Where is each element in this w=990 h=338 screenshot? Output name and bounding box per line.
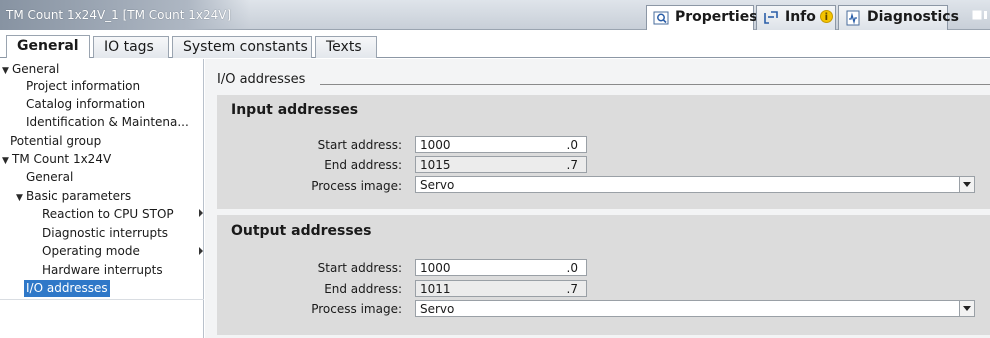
nav-item-label: General — [12, 62, 60, 76]
nav-item-label: Project information — [26, 79, 141, 93]
nav-divider — [0, 299, 204, 300]
input-addresses-group: Input addresses Start address: 1000 .0 E… — [217, 95, 990, 209]
inspector-title-bar: TM Count 1x24V_1 [TM Count 1x24V] Proper… — [0, 0, 990, 31]
output-process-image-value: Servo — [420, 302, 455, 316]
output-process-image-label: Process image: — [311, 302, 402, 316]
input-end-address-field: 1015 .7 — [415, 156, 587, 173]
input-start-label: Start address: — [317, 138, 402, 152]
expand-triangle-icon[interactable]: ▼ — [16, 190, 26, 206]
nav-item-label: Potential group — [10, 134, 102, 148]
expand-triangle-icon[interactable]: ▼ — [2, 153, 12, 169]
output-addresses-title: Output addresses — [231, 223, 372, 239]
section-rule — [320, 84, 990, 85]
diagnostics-icon — [846, 10, 860, 26]
input-start-bit: .0 — [566, 138, 578, 152]
nav-item-diagnostic-interrupts[interactable]: Diagnostic interrupts — [42, 225, 168, 242]
nav-item-label: Hardware interrupts — [42, 263, 163, 277]
tab-properties[interactable]: Properties — [646, 5, 758, 31]
navigation-tree: ▼ General Project information Catalog inf… — [0, 59, 204, 338]
nav-item-hardware-interrupts[interactable]: Hardware interrupts — [42, 262, 163, 279]
tab-general-label: General — [17, 38, 79, 54]
properties-icon — [653, 11, 669, 25]
tab-texts[interactable]: Texts — [315, 36, 377, 58]
output-end-bit: .7 — [566, 282, 578, 296]
nav-item-tm-count[interactable]: ▼ TM Count 1x24V — [2, 151, 111, 168]
tab-general[interactable]: General — [6, 35, 90, 58]
tab-diagnostics-label: Diagnostics — [867, 9, 959, 25]
tab-texts-label: Texts — [326, 39, 362, 55]
input-end-label: End address: — [324, 158, 402, 172]
output-end-label: End address: — [324, 282, 402, 296]
nav-item-label: Basic parameters — [26, 189, 132, 203]
nav-item-label: TM Count 1x24V — [12, 152, 112, 166]
nav-item-catalog-information[interactable]: Catalog information — [26, 96, 145, 113]
input-start-value: 1000 — [420, 138, 451, 152]
tab-properties-label: Properties — [675, 9, 758, 25]
info-badge-icon: i — [819, 10, 833, 23]
io-addresses-panel: I/O addresses Input addresses Start addr… — [205, 59, 990, 338]
nav-item-operating-mode[interactable]: Operating mode — [42, 243, 140, 260]
nav-item-general[interactable]: ▼ General — [2, 61, 59, 78]
tab-info-label: Info — [785, 9, 816, 25]
nav-item-label: Catalog information — [26, 97, 146, 111]
input-process-image-value: Servo — [420, 178, 455, 192]
expand-arrow-icon[interactable] — [199, 247, 203, 255]
input-end-bit: .7 — [566, 158, 578, 172]
output-start-bit: .0 — [566, 261, 578, 275]
nav-item-project-information[interactable]: Project information — [26, 78, 140, 95]
chevron-down-icon[interactable] — [959, 177, 974, 192]
nav-item-tm-general[interactable]: General — [26, 169, 73, 186]
input-process-image-label: Process image: — [311, 179, 402, 193]
expand-triangle-icon[interactable]: ▼ — [2, 63, 12, 79]
output-start-address-field[interactable]: 1000 .0 — [415, 259, 587, 276]
nav-item-label: I/O addresses — [26, 281, 108, 295]
tab-io-tags-label: IO tags — [104, 39, 154, 55]
info-icon — [764, 11, 778, 24]
collapse-arrow-icon[interactable] — [199, 209, 203, 217]
input-process-image-select[interactable]: Servo — [415, 176, 975, 193]
output-addresses-group: Output addresses Start address: 1000 .0 … — [217, 215, 990, 335]
chevron-down-icon[interactable] — [959, 301, 974, 316]
tab-system-constants[interactable]: System constants — [172, 36, 312, 58]
section-title: I/O addresses — [217, 72, 306, 87]
nav-item-reaction-cpu-stop[interactable]: Reaction to CPU STOP — [42, 206, 174, 223]
tab-system-constants-label: System constants — [183, 39, 308, 55]
output-start-value: 1000 — [420, 261, 451, 275]
nav-item-label: Diagnostic interrupts — [42, 226, 169, 240]
nav-item-label: Identification & Maintena... — [26, 115, 189, 129]
tab-io-tags[interactable]: IO tags — [93, 36, 169, 58]
output-end-address-field: 1011 .7 — [415, 280, 587, 297]
output-start-label: Start address: — [317, 261, 402, 275]
tab-info[interactable]: Info i — [756, 5, 836, 30]
window-title: TM Count 1x24V_1 [TM Count 1x24V] — [6, 8, 232, 22]
tab-diagnostics[interactable]: Diagnostics — [838, 5, 959, 30]
property-tabs: General IO tags System constants Texts — [0, 30, 990, 58]
nav-item-basic-parameters[interactable]: ▼ Basic parameters — [16, 188, 131, 205]
input-start-address-field[interactable]: 1000 .0 — [415, 136, 587, 153]
nav-item-potential-group[interactable]: Potential group — [10, 133, 101, 150]
nav-item-label: General — [26, 170, 74, 184]
input-end-value: 1015 — [420, 158, 451, 172]
output-end-value: 1011 — [420, 282, 451, 296]
output-process-image-select[interactable]: Servo — [415, 300, 975, 317]
nav-item-io-addresses[interactable]: I/O addresses — [24, 280, 110, 297]
nav-item-label: Operating mode — [42, 244, 140, 258]
input-addresses-title: Input addresses — [231, 102, 359, 118]
panel-menu-icon[interactable] — [970, 8, 990, 22]
nav-item-identification-maintenance[interactable]: Identification & Maintena... — [26, 114, 189, 131]
nav-item-label: Reaction to CPU STOP — [42, 207, 174, 221]
